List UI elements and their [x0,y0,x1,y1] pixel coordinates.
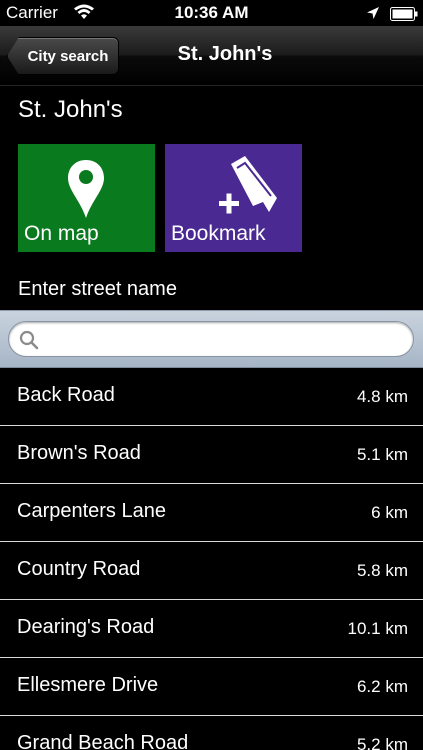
street-name: Dearing's Road [17,616,155,638]
street-distance: 4.8 km [356,387,408,406]
street-row[interactable]: Grand Beach Road 5.2 km [0,716,423,750]
search-bar [0,310,423,368]
street-row[interactable]: Carpenters Lane 6 km [0,484,423,542]
search-icon [19,330,39,355]
battery-icon [390,6,418,26]
street-name: Country Road [17,558,141,580]
on-map-label: On map [24,222,99,245]
street-distance: 6.2 km [356,677,408,696]
street-name: Grand Beach Road [17,732,189,750]
map-pin-icon [68,160,104,218]
street-row[interactable]: Back Road 4.8 km [0,368,423,426]
location-arrow-icon [366,5,380,25]
clock-time: 10:36 AM [174,3,249,22]
street-row[interactable]: Ellesmere Drive 6.2 km [0,658,423,716]
street-name-prompt: Enter street name [18,278,177,300]
street-row[interactable]: Country Road 5.8 km [0,542,423,600]
street-distance: 5.8 km [356,561,408,580]
street-row[interactable]: Brown's Road 5.1 km [0,426,423,484]
street-row[interactable]: Dearing's Road 10.1 km [0,600,423,658]
street-list: Back Road 4.8 km Brown's Road 5.1 km Car… [0,368,423,750]
city-search-back-button[interactable]: City search [7,37,119,75]
street-search-input[interactable] [8,321,414,357]
street-distance: 10.1 km [347,619,408,638]
navigation-bar: City search St. John's [0,26,423,86]
city-title: St. John's [18,96,123,123]
nav-title: St. John's [177,43,273,65]
add-bookmark-icon [219,156,277,214]
on-map-button[interactable]: On map [18,144,155,252]
bookmark-button[interactable]: Bookmark [165,144,302,252]
street-distance: 6 km [371,503,408,522]
carrier-label: Carrier [6,3,58,22]
bookmark-label: Bookmark [171,222,266,245]
street-name: Ellesmere Drive [17,674,159,696]
street-distance: 5.2 km [356,735,408,750]
street-name: Brown's Road [17,442,141,464]
street-name: Back Road [17,384,115,406]
status-bar: Carrier 10:36 AM [0,0,423,26]
wifi-icon [73,4,95,25]
street-distance: 5.1 km [356,445,408,464]
street-name: Carpenters Lane [17,500,166,522]
